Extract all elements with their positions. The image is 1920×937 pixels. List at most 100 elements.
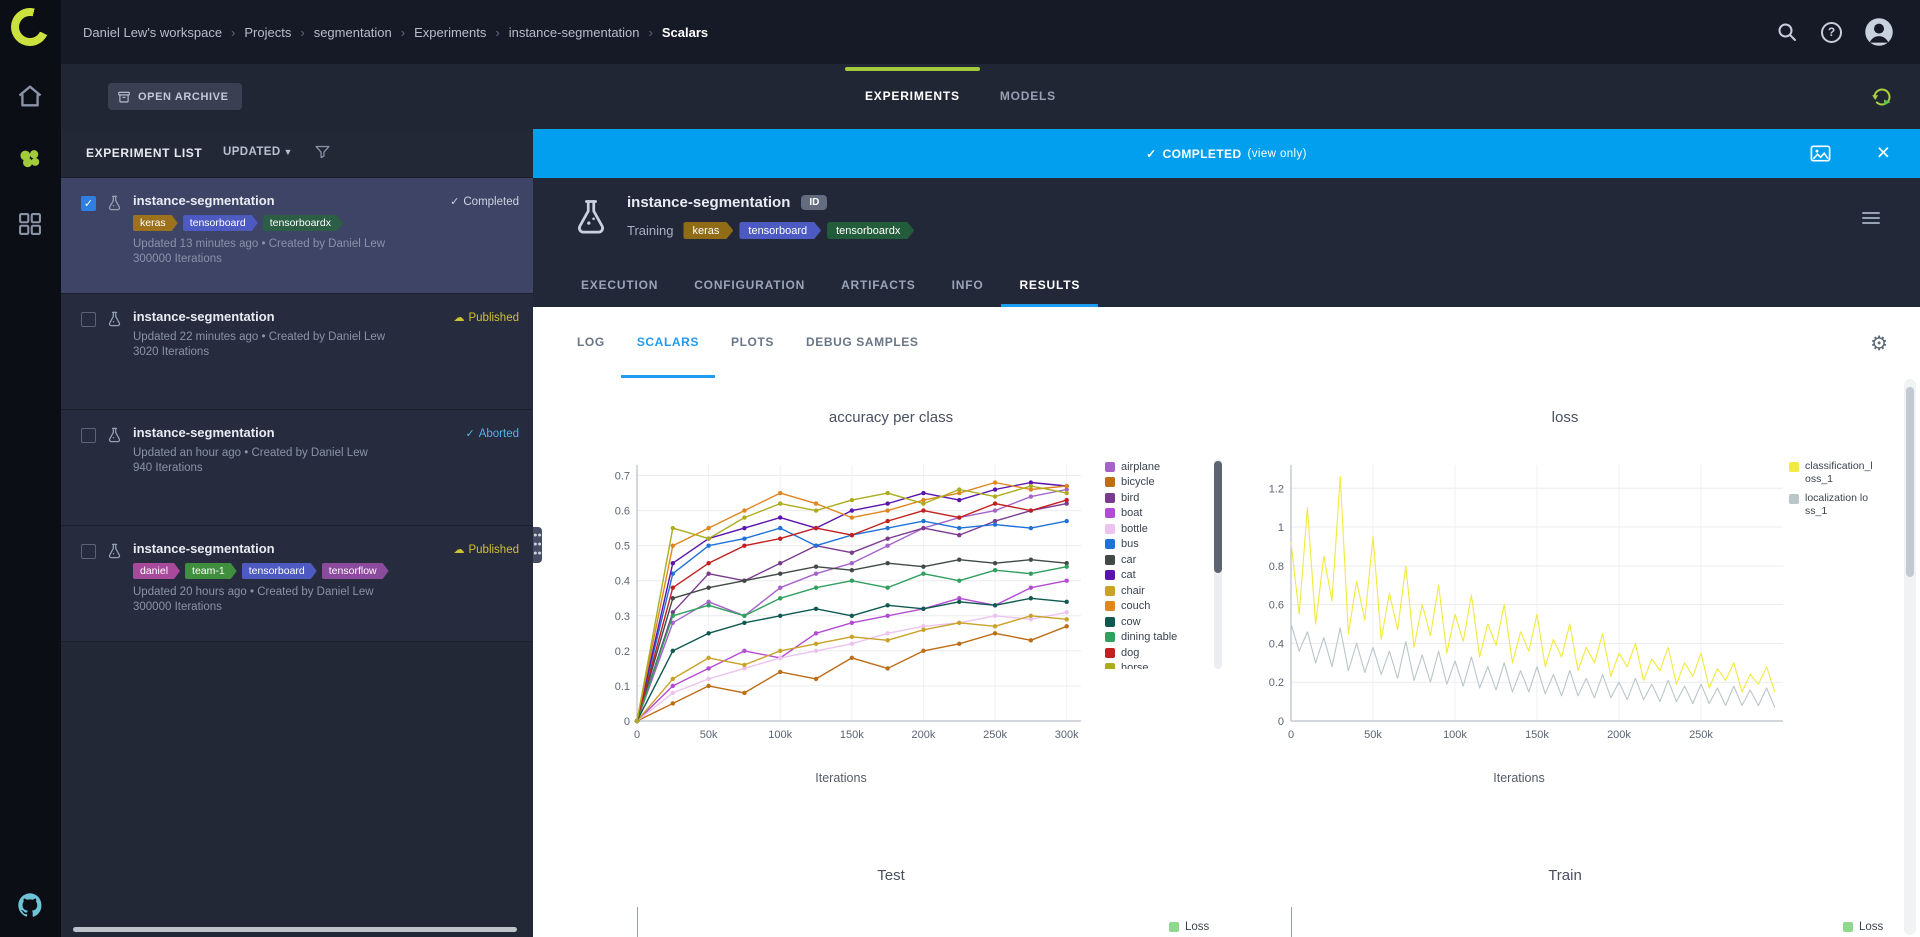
search-icon[interactable] xyxy=(1775,20,1799,44)
loss-chart[interactable]: 050k100k150k200k250k00.20.40.60.811.2 xyxy=(1245,455,1793,755)
svg-text:150k: 150k xyxy=(1525,729,1549,741)
clearml-logo-icon[interactable] xyxy=(5,2,55,52)
experiment-card[interactable]: instance-segmentation☁Publisheddanieltea… xyxy=(61,526,533,642)
legend-item[interactable]: couch xyxy=(1105,599,1211,615)
tab-models[interactable]: MODELS xyxy=(980,64,1076,129)
tag[interactable]: tensorboard xyxy=(183,215,258,231)
content-scrollbar-thumb[interactable] xyxy=(1906,387,1914,577)
status-badge: ☁Published xyxy=(453,311,519,324)
legend-label: airplane xyxy=(1121,461,1160,473)
tag[interactable]: daniel xyxy=(133,563,180,579)
content-scrollbar xyxy=(1904,379,1916,935)
tag[interactable]: tensorboard xyxy=(242,563,317,579)
image-preview-icon[interactable] xyxy=(1809,142,1832,165)
svg-text:0.1: 0.1 xyxy=(615,681,630,693)
legend-item[interactable]: bottle xyxy=(1105,521,1211,537)
tag[interactable]: tensorboardx xyxy=(263,215,343,231)
subtab-debug-samples[interactable]: DEBUG SAMPLES xyxy=(790,307,934,378)
legend-item[interactable]: bird xyxy=(1105,490,1211,506)
tab-configuration[interactable]: CONFIGURATION xyxy=(676,265,823,307)
subtab-scalars[interactable]: SCALARS xyxy=(621,307,715,378)
models-grid-icon[interactable] xyxy=(16,210,44,238)
github-icon[interactable] xyxy=(16,891,44,919)
tag[interactable]: keras xyxy=(133,215,178,231)
gear-icon[interactable]: ⚙ xyxy=(1870,331,1888,356)
breadcrumb-item[interactable]: instance-segmentation xyxy=(509,25,640,40)
tab-results[interactable]: RESULTS xyxy=(1001,265,1098,307)
experiment-checkbox[interactable]: ✓ xyxy=(81,196,96,211)
experiment-checkbox[interactable] xyxy=(81,312,96,327)
legend-item[interactable]: horse xyxy=(1105,661,1211,670)
iterations-text: 300000 Iterations xyxy=(133,601,519,613)
chart-title-loss: loss xyxy=(1245,409,1885,426)
breadcrumb-item[interactable]: segmentation xyxy=(314,25,392,40)
auto-refresh-icon[interactable] xyxy=(1870,85,1894,109)
loss-xlabel: Iterations xyxy=(1245,771,1793,785)
experiment-card[interactable]: ✓instance-segmentation✓Completedkerasten… xyxy=(61,178,533,294)
legend-item[interactable]: cow xyxy=(1105,614,1211,630)
legend-item[interactable]: car xyxy=(1105,552,1211,568)
legend-label: cat xyxy=(1121,569,1136,581)
legend-swatch xyxy=(1105,632,1115,642)
tab-execution[interactable]: EXECUTION xyxy=(563,265,676,307)
legend-item[interactable]: localization loss_1 xyxy=(1789,492,1873,518)
experiment-name: instance-segmentation xyxy=(133,309,275,324)
tag[interactable]: team-1 xyxy=(185,563,237,579)
legend-item[interactable]: dog xyxy=(1105,645,1211,661)
experiment-checkbox[interactable] xyxy=(81,428,96,443)
experiment-type-icon xyxy=(105,194,124,213)
legend-item[interactable]: bicycle xyxy=(1105,475,1211,491)
experiment-type-label: Training xyxy=(627,223,673,238)
filter-icon[interactable] xyxy=(314,143,331,160)
tab-info[interactable]: INFO xyxy=(934,265,1002,307)
tag[interactable]: keras xyxy=(683,222,733,239)
svg-text:250k: 250k xyxy=(1689,729,1713,741)
close-icon[interactable]: × xyxy=(1877,137,1890,167)
legend-item[interactable]: classification_loss_1 xyxy=(1789,460,1873,486)
accuracy-chart[interactable]: 050k100k150k200k250k300k00.10.20.30.40.5… xyxy=(591,455,1091,755)
home-icon[interactable] xyxy=(16,82,44,110)
tag[interactable]: tensorboard xyxy=(739,222,821,239)
legend-item[interactable]: cat xyxy=(1105,568,1211,584)
legend-item[interactable]: boat xyxy=(1105,506,1211,522)
legend-item[interactable]: airplane xyxy=(1105,459,1211,475)
legend-label: bicycle xyxy=(1121,476,1155,488)
breadcrumb-separator: › xyxy=(401,25,405,40)
details-menu-icon[interactable] xyxy=(1862,212,1880,227)
tag[interactable]: tensorboardx xyxy=(827,222,914,239)
breadcrumb-item[interactable]: Daniel Lew's workspace xyxy=(83,25,222,40)
svg-text:0.4: 0.4 xyxy=(1269,638,1284,650)
legend-label: car xyxy=(1121,554,1136,566)
legend-item[interactable]: bus xyxy=(1105,537,1211,553)
breadcrumb-item[interactable]: Scalars xyxy=(662,25,708,40)
experiment-checkbox[interactable] xyxy=(81,544,96,559)
tab-experiments[interactable]: EXPERIMENTS xyxy=(845,64,980,129)
breadcrumb-item[interactable]: Experiments xyxy=(414,25,486,40)
svg-text:200k: 200k xyxy=(912,729,936,741)
legend-swatch xyxy=(1789,494,1799,504)
open-archive-button[interactable]: OPEN ARCHIVE xyxy=(108,83,242,110)
panel-resize-handle[interactable]: ●●●●●● xyxy=(533,527,542,563)
tab-artifacts[interactable]: ARTIFACTS xyxy=(823,265,934,307)
projects-brain-icon[interactable] xyxy=(16,145,44,173)
banner-status: COMPLETED xyxy=(1163,147,1242,161)
loss-legend-label: Loss xyxy=(1859,921,1883,933)
id-badge[interactable]: ID xyxy=(801,195,827,210)
horizontal-scrollbar[interactable] xyxy=(73,927,517,932)
legend-scrollbar-thumb[interactable] xyxy=(1214,461,1222,573)
legend-item[interactable]: dining table xyxy=(1105,630,1211,646)
subtab-plots[interactable]: PLOTS xyxy=(715,307,790,378)
sort-updated-dropdown[interactable]: UPDATED▼ xyxy=(223,146,293,158)
tag[interactable]: tensorflow xyxy=(322,563,389,579)
avatar[interactable] xyxy=(1864,17,1894,47)
experiment-card[interactable]: instance-segmentation✓AbortedUpdated an … xyxy=(61,410,533,526)
experiment-card[interactable]: instance-segmentation☁PublishedUpdated 2… xyxy=(61,294,533,410)
legend-swatch xyxy=(1105,539,1115,549)
svg-text:150k: 150k xyxy=(840,729,864,741)
subtab-log[interactable]: LOG xyxy=(561,307,621,378)
help-icon[interactable]: ? xyxy=(1821,22,1842,43)
legend-item[interactable]: chair xyxy=(1105,583,1211,599)
status-icon: ☁ xyxy=(453,544,464,556)
top-bar: Daniel Lew's workspace›Projects›segmenta… xyxy=(61,0,1920,64)
breadcrumb-item[interactable]: Projects xyxy=(244,25,291,40)
